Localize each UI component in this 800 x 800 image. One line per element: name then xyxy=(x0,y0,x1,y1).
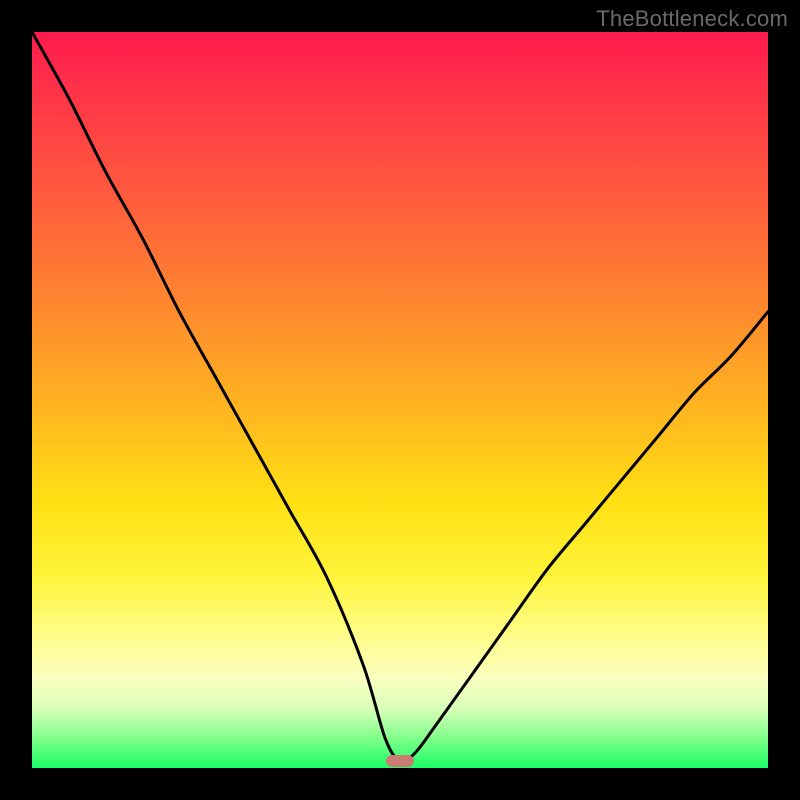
chart-frame: TheBottleneck.com xyxy=(0,0,800,800)
plot-area xyxy=(32,32,768,768)
minimum-marker xyxy=(386,755,414,767)
watermark-text: TheBottleneck.com xyxy=(596,6,788,32)
bottleneck-curve xyxy=(32,32,768,768)
